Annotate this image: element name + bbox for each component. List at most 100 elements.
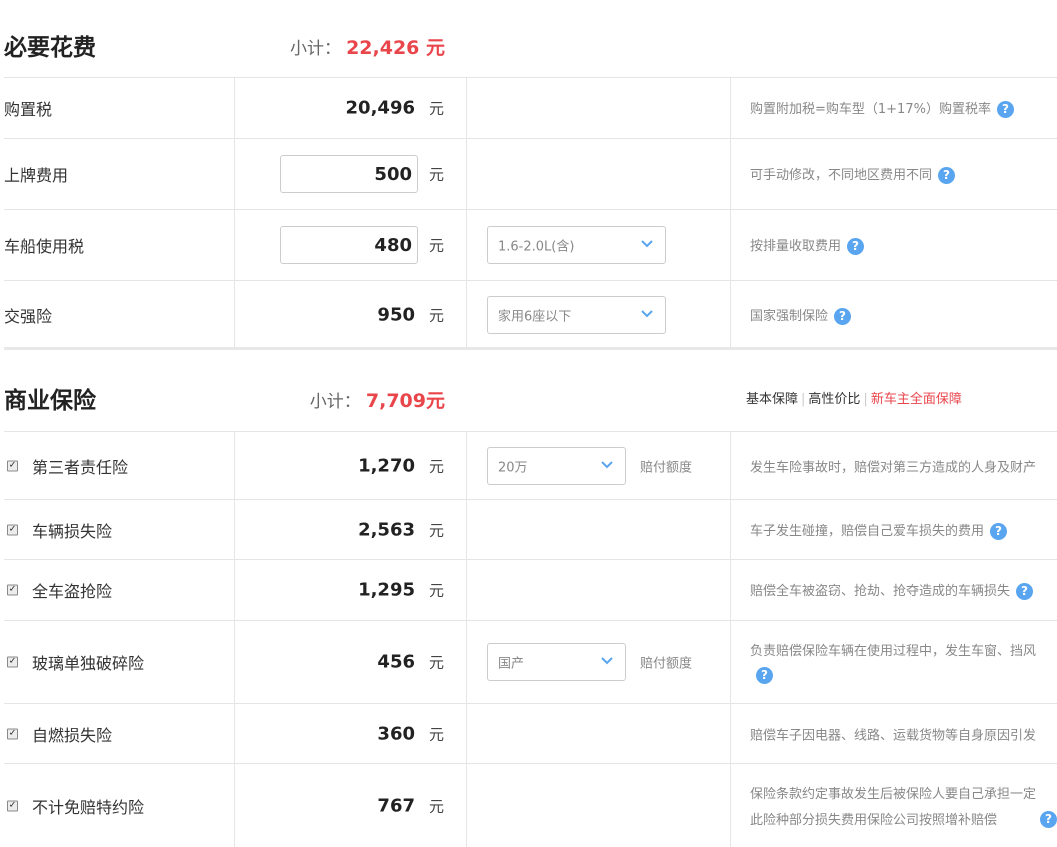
insurance-description: 赔偿全车被盗窃、抢劫、抢夺造成的车辆损失? [750, 580, 1034, 600]
displacement-select[interactable]: 1.6-2.0L(含) [487, 226, 666, 264]
plan-value-link[interactable]: 高性价比 [808, 392, 860, 407]
subtotal-value: 7,709元 [365, 390, 445, 412]
fee-row-registration: 上牌费用 元 可手动修改，不同地区费用不同? [4, 138, 1057, 209]
checkbox-checked-icon[interactable]: ✓ [7, 584, 18, 596]
section-divider [4, 347, 1057, 350]
coverage-label: 赔付额度 [640, 656, 693, 672]
insurance-description-text: 车子发生碰撞，赔偿自己爱车损失的费用 [750, 523, 985, 539]
insurance-amount: 1,295 [358, 579, 415, 601]
insurance-row-theft: ✓ 全车盗抢险 1,295 元 赔偿全车被盗窃、抢劫、抢夺造成的车辆损失? [4, 559, 1057, 620]
select-value: 20万 [498, 460, 528, 475]
insurance-unit: 元 [429, 521, 445, 539]
insurance-unit: 元 [429, 653, 445, 672]
insurance-name: 车辆损失险 [32, 521, 113, 541]
insurance-row-third-party: ✓ 第三者责任险 1,270 元 20万 赔付额度 发生车险事故时，赔偿对第三方… [4, 431, 1057, 499]
select-value: 1.6-2.0L(含) [498, 239, 575, 255]
checkbox-checked-icon[interactable]: ✓ [7, 460, 18, 471]
fee-description-text: 按排量收取费用 [750, 239, 842, 254]
insurance-row-vehicle-damage: ✓ 车辆损失险 2,563 元 车子发生碰撞，赔偿自己爱车损失的费用? [4, 499, 1057, 559]
checkbox-checked-icon[interactable]: ✓ [7, 728, 18, 739]
insurance-amount: 767 [377, 795, 415, 817]
subtotal: 小计： 7,709元 [310, 386, 445, 413]
insurance-amount: 2,563 [358, 519, 415, 540]
insurance-name: 不计免赔特约险 [32, 798, 145, 817]
coverage-amount-select[interactable]: 20万 [487, 446, 626, 485]
fee-description-text: 可手动修改，不同地区费用不同 [750, 168, 933, 183]
fee-description: 国家强制保险? [750, 305, 852, 325]
section-title: 商业保险 [4, 388, 96, 414]
insurance-name: 玻璃单独破碎险 [32, 654, 145, 673]
fee-unit: 元 [429, 99, 445, 118]
insurance-unit: 元 [429, 457, 445, 475]
fee-row-vehicle-tax: 车船使用税 元 1.6-2.0L(含) 按排量收取费用? [4, 209, 1057, 280]
fee-name: 交强险 [4, 306, 53, 326]
subtotal-value: 22,426 元 [346, 37, 445, 59]
plan-basic-link[interactable]: 基本保障 [746, 392, 798, 407]
help-icon[interactable]: ? [996, 101, 1014, 118]
fee-unit: 元 [429, 306, 445, 324]
subtotal-label: 小计： [309, 392, 361, 412]
fee-name: 车船使用税 [4, 237, 85, 256]
subtotal-label: 小计： [289, 39, 341, 59]
chevron-down-icon [601, 460, 613, 468]
required-section-header: 必要花费 小计： 22,426 元 [0, 24, 1057, 66]
help-icon[interactable]: ? [756, 667, 773, 684]
commercial-section-header: 商业保险 小计： 7,709元 基本保障 | 高性价比 | 新车主全面保障 [0, 376, 1057, 420]
help-icon[interactable]: ? [990, 522, 1008, 540]
insurance-description: 保险条款约定事故发生后被保险人要自己承担一定 [750, 787, 1037, 802]
seat-type-select[interactable]: 家用6座以下 [487, 295, 666, 334]
fee-row-purchase-tax: 购置税 20,496 元 购置附加税=购车型（1+17%）购置税率? [4, 77, 1057, 138]
registration-fee-input[interactable] [280, 155, 418, 193]
insurance-unit: 元 [429, 797, 445, 816]
help-icon[interactable]: ? [1040, 811, 1057, 828]
checkbox-checked-icon[interactable]: ✓ [7, 800, 18, 812]
insurance-plan-links: 基本保障 | 高性价比 | 新车主全面保障 [746, 392, 962, 407]
insurance-amount: 1,270 [358, 455, 415, 476]
chevron-down-icon [601, 657, 613, 665]
section-title: 必要花费 [4, 35, 96, 61]
help-icon[interactable]: ? [938, 167, 956, 184]
help-icon[interactable]: ? [847, 238, 865, 255]
insurance-name: 自燃损失险 [32, 725, 113, 745]
vehicle-tax-input[interactable] [280, 226, 418, 264]
help-icon[interactable]: ? [1016, 583, 1034, 600]
insurance-unit: 元 [429, 725, 445, 743]
fee-description: 可手动修改，不同地区费用不同? [750, 164, 956, 184]
insurance-row-deductible-waiver: ✓ 不计免赔特约险 767 元 保险条款约定事故发生后被保险人要自己承担一定 此… [4, 763, 1057, 847]
fee-row-compulsory-insurance: 交强险 950 元 家用6座以下 国家强制保险? [4, 280, 1057, 348]
insurance-description: 发生车险事故时，赔偿对第三方造成的人身及财产 [750, 460, 1037, 475]
insurance-amount: 456 [377, 651, 415, 673]
insurance-description-text: 赔偿全车被盗窃、抢劫、抢夺造成的车辆损失 [750, 584, 1011, 599]
chevron-down-icon [641, 309, 653, 317]
insurance-name: 第三者责任险 [32, 457, 129, 477]
insurance-amount: 360 [377, 723, 415, 744]
fee-description-text: 国家强制保险 [750, 308, 829, 324]
fee-amount: 950 [377, 304, 415, 325]
insurance-description: 赔偿车子因电器、线路、运载货物等自身原因引发 [750, 728, 1037, 743]
fee-description: 按排量收取费用? [750, 235, 865, 255]
insurance-description: 车子发生碰撞，赔偿自己爱车损失的费用? [750, 520, 1008, 540]
glass-origin-select[interactable]: 国产 [487, 643, 626, 681]
fee-unit: 元 [429, 236, 445, 255]
select-value: 家用6座以下 [498, 309, 572, 324]
fee-amount: 20,496 [345, 97, 415, 119]
insurance-row-glass: ✓ 玻璃单独破碎险 456 元 国产 赔付额度 负责赔偿保险车辆在使用过程中，发… [4, 620, 1057, 703]
checkbox-checked-icon[interactable]: ✓ [7, 656, 18, 668]
insurance-name: 全车盗抢险 [32, 582, 113, 601]
fee-unit: 元 [429, 165, 445, 184]
insurance-description-line2: 此险种部分损失费用保险公司按照增补赔偿 [750, 813, 998, 828]
fee-name: 购置税 [4, 100, 53, 119]
chevron-down-icon [641, 240, 653, 248]
fee-name: 上牌费用 [4, 166, 69, 185]
insurance-row-self-ignition: ✓ 自燃损失险 360 元 赔偿车子因电器、线路、运载货物等自身原因引发 [4, 703, 1057, 763]
insurance-unit: 元 [429, 581, 445, 600]
subtotal: 小计： 22,426 元 [290, 33, 445, 60]
fee-description-text: 购置附加税=购车型（1+17%）购置税率 [750, 102, 991, 117]
plan-full-link[interactable]: 新车主全面保障 [871, 392, 962, 407]
coverage-label: 赔付额度 [640, 460, 693, 475]
fee-description: 购置附加税=购车型（1+17%）购置税率? [750, 98, 1014, 118]
checkbox-checked-icon[interactable]: ✓ [7, 524, 18, 535]
select-value: 国产 [498, 656, 525, 672]
insurance-description: 负责赔偿保险车辆在使用过程中，发生车窗、挡风 [750, 644, 1037, 659]
help-icon[interactable]: ? [834, 307, 852, 325]
